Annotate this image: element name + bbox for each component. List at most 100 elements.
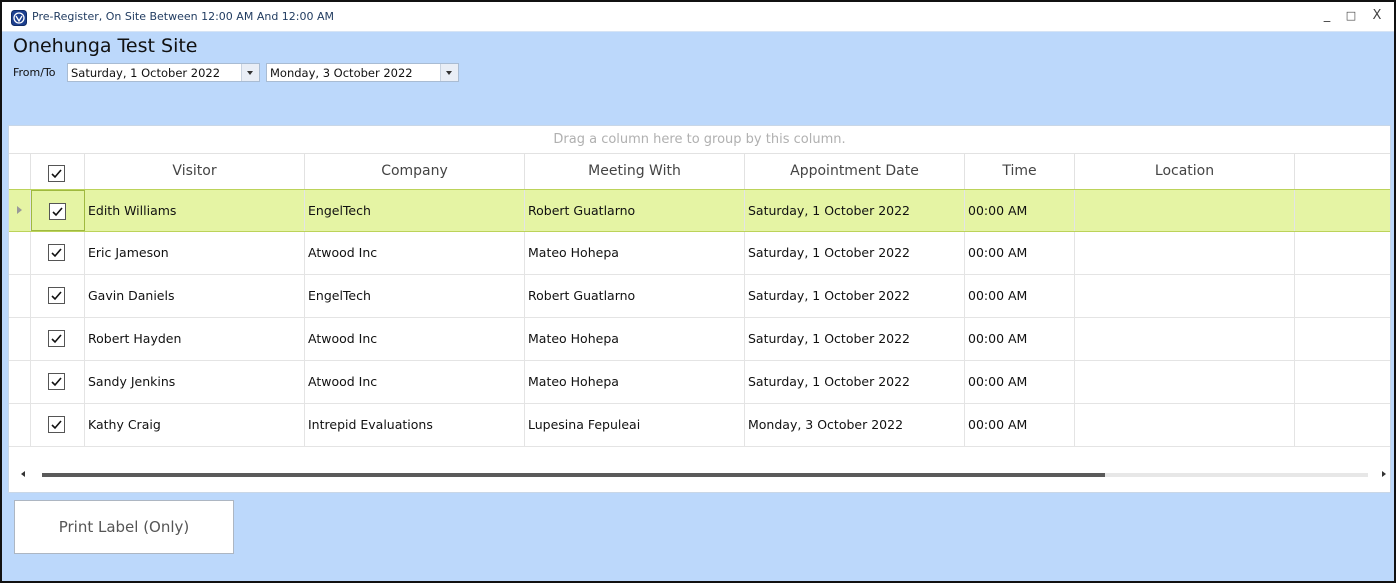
- visitor-cell[interactable]: Kathy Craig: [85, 404, 305, 446]
- site-title: Onehunga Test Site: [13, 35, 198, 57]
- row-indicator[interactable]: [9, 275, 31, 317]
- chevron-down-icon: [446, 71, 452, 75]
- company-cell[interactable]: Atwood Inc: [305, 361, 525, 403]
- location-cell[interactable]: [1075, 275, 1295, 317]
- select-cell: [31, 404, 85, 446]
- appointment-date-cell[interactable]: Saturday, 1 October 2022: [745, 190, 965, 231]
- time-cell[interactable]: 00:00 AM: [965, 232, 1075, 274]
- print-label-button[interactable]: Print Label (Only): [14, 500, 234, 554]
- table-row[interactable]: Gavin Daniels EngelTech Robert Guatlarno Sa…: [9, 275, 1390, 318]
- column-header-time[interactable]: Time: [965, 153, 1075, 189]
- to-date-picker[interactable]: Monday, 3 October 2022: [266, 63, 459, 82]
- appointment-date-cell[interactable]: Saturday, 1 October 2022: [745, 275, 965, 317]
- scroll-thumb[interactable]: [42, 473, 1105, 477]
- column-header-visitor[interactable]: Visitor: [85, 153, 305, 189]
- time-cell[interactable]: 00:00 AM: [965, 404, 1075, 446]
- visitor-cell[interactable]: Edith Williams: [85, 190, 305, 231]
- maximize-button[interactable]: □: [1342, 7, 1360, 25]
- company-cell[interactable]: EngelTech: [305, 275, 525, 317]
- appointment-date-cell[interactable]: Saturday, 1 October 2022: [745, 232, 965, 274]
- checkmark-icon: [51, 420, 62, 430]
- column-header-company[interactable]: Company: [305, 153, 525, 189]
- checkmark-icon: [52, 207, 63, 217]
- row-checkbox[interactable]: [48, 330, 65, 347]
- visitor-cell[interactable]: Sandy Jenkins: [85, 361, 305, 403]
- checkmark-icon: [51, 334, 62, 344]
- meeting-with-cell[interactable]: Lupesina Fepuleai: [525, 404, 745, 446]
- row-indicator[interactable]: [9, 190, 31, 231]
- grid-header: Visitor Company Meeting With Appointment…: [9, 153, 1390, 190]
- column-header-meeting-with[interactable]: Meeting With: [525, 153, 745, 189]
- visitor-grid: Drag a column here to group by this colu…: [8, 125, 1391, 493]
- row-indicator[interactable]: [9, 232, 31, 274]
- time-cell[interactable]: 00:00 AM: [965, 190, 1075, 231]
- time-cell[interactable]: 00:00 AM: [965, 275, 1075, 317]
- visitor-cell[interactable]: Eric Jameson: [85, 232, 305, 274]
- row-indicator[interactable]: [9, 361, 31, 403]
- window-title: Pre-Register, On Site Between 12:00 AM A…: [32, 10, 335, 23]
- row-indicator[interactable]: [9, 318, 31, 360]
- meeting-with-cell[interactable]: Mateo Hohepa: [525, 318, 745, 360]
- meeting-with-cell[interactable]: Robert Guatlarno: [525, 190, 745, 231]
- appointment-date-cell[interactable]: Saturday, 1 October 2022: [745, 361, 965, 403]
- checkmark-icon: [51, 377, 62, 387]
- select-cell: [31, 318, 85, 360]
- row-checkbox[interactable]: [48, 416, 65, 433]
- visitor-cell[interactable]: Robert Hayden: [85, 318, 305, 360]
- select-all-header: [31, 153, 85, 189]
- select-all-checkbox[interactable]: [48, 165, 65, 182]
- company-cell[interactable]: Intrepid Evaluations: [305, 404, 525, 446]
- current-row-arrow-icon: [17, 206, 22, 214]
- meeting-with-cell[interactable]: Mateo Hohepa: [525, 361, 745, 403]
- table-row[interactable]: Eric Jameson Atwood Inc Mateo Hohepa Saturd…: [9, 232, 1390, 275]
- select-cell: [31, 361, 85, 403]
- location-cell[interactable]: [1075, 190, 1295, 231]
- row-indicator-header: [9, 153, 31, 189]
- meeting-with-cell[interactable]: Robert Guatlarno: [525, 275, 745, 317]
- appointment-date-cell[interactable]: Monday, 3 October 2022: [745, 404, 965, 446]
- chevron-down-icon: [247, 71, 253, 75]
- column-header-location[interactable]: Location: [1075, 153, 1295, 189]
- title-bar: Pre-Register, On Site Between 12:00 AM A…: [2, 2, 1394, 32]
- time-cell[interactable]: 00:00 AM: [965, 361, 1075, 403]
- table-row[interactable]: Sandy Jenkins Atwood Inc Mateo Hohepa Satur…: [9, 361, 1390, 404]
- visitor-cell[interactable]: Gavin Daniels: [85, 275, 305, 317]
- row-checkbox[interactable]: [48, 373, 65, 390]
- group-by-panel[interactable]: Drag a column here to group by this colu…: [9, 126, 1390, 154]
- location-cell[interactable]: [1075, 232, 1295, 274]
- location-cell[interactable]: [1075, 318, 1295, 360]
- checkmark-icon: [51, 291, 62, 301]
- minimize-button[interactable]: _: [1318, 7, 1336, 25]
- main-window: Pre-Register, On Site Between 12:00 AM A…: [0, 0, 1396, 583]
- time-cell[interactable]: 00:00 AM: [965, 318, 1075, 360]
- column-header-appointment-date[interactable]: Appointment Date: [745, 153, 965, 189]
- select-cell: [31, 190, 85, 231]
- company-cell[interactable]: EngelTech: [305, 190, 525, 231]
- company-cell[interactable]: Atwood Inc: [305, 232, 525, 274]
- row-checkbox[interactable]: [48, 244, 65, 261]
- company-cell[interactable]: Atwood Inc: [305, 318, 525, 360]
- row-checkbox[interactable]: [48, 287, 65, 304]
- appointment-date-cell[interactable]: Saturday, 1 October 2022: [745, 318, 965, 360]
- checkmark-icon: [51, 169, 62, 179]
- to-date-value: Monday, 3 October 2022: [270, 66, 413, 80]
- scroll-right-arrow-icon[interactable]: [1382, 471, 1386, 477]
- close-button[interactable]: X: [1368, 7, 1386, 25]
- horizontal-scrollbar[interactable]: [9, 464, 1390, 486]
- meeting-with-cell[interactable]: Mateo Hohepa: [525, 232, 745, 274]
- checkmark-icon: [51, 248, 62, 258]
- to-date-dropdown-button[interactable]: [440, 64, 458, 81]
- scroll-left-arrow-icon[interactable]: [21, 471, 25, 477]
- from-date-value: Saturday, 1 October 2022: [71, 66, 221, 80]
- app-logo-icon: [11, 10, 27, 26]
- select-cell: [31, 232, 85, 274]
- location-cell[interactable]: [1075, 404, 1295, 446]
- table-row[interactable]: Robert Hayden Atwood Inc Mateo Hohepa Satur…: [9, 318, 1390, 361]
- table-row[interactable]: Edith Williams EngelTech Robert Guatlarno S…: [9, 189, 1390, 232]
- location-cell[interactable]: [1075, 361, 1295, 403]
- row-checkbox[interactable]: [49, 203, 66, 220]
- from-date-dropdown-button[interactable]: [241, 64, 259, 81]
- table-row[interactable]: Kathy Craig Intrepid Evaluations Lupesina …: [9, 404, 1390, 447]
- row-indicator[interactable]: [9, 404, 31, 446]
- from-date-picker[interactable]: Saturday, 1 October 2022: [67, 63, 260, 82]
